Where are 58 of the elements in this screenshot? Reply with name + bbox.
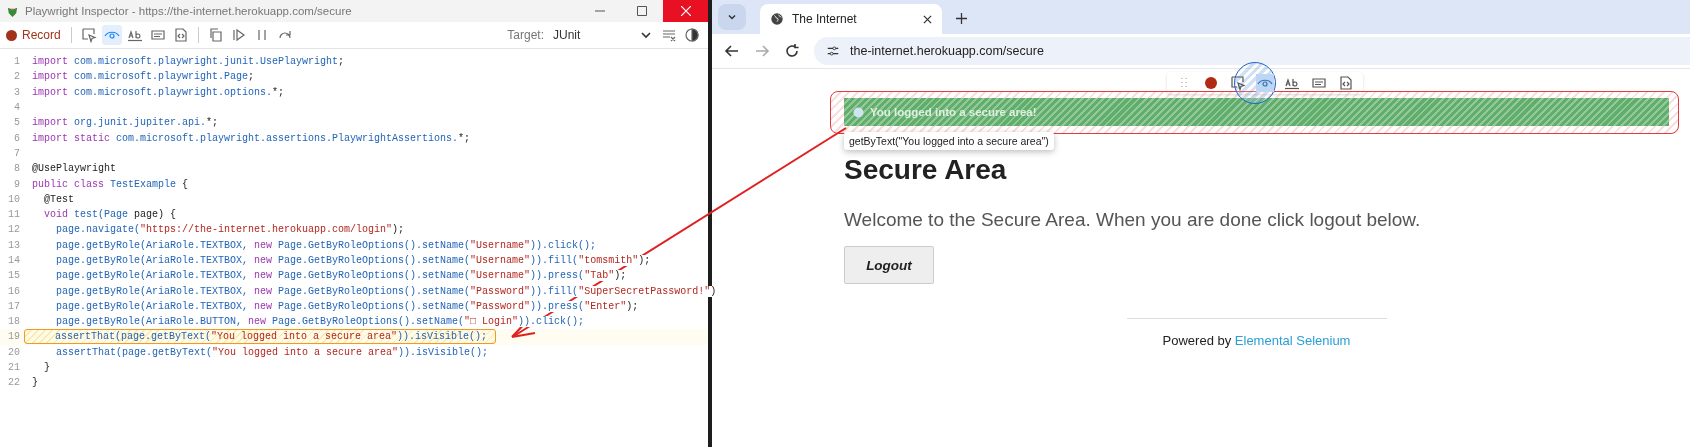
window-title: Playwright Inspector - https://the-internet.herokuapp.com/secure: [25, 5, 352, 17]
line-number: 3: [13, 86, 20, 98]
close-icon: [680, 6, 691, 16]
line-number: 14: [7, 255, 20, 266]
code-line: page.getByRole(AriaRole.TEXTBOX, new Page.GetByRoleOptions().setName("Username")).fill("tomsmith");: [30, 254, 653, 267]
reload-icon[interactable]: [784, 43, 800, 59]
line-number: 20: [7, 346, 20, 358]
code-line: void test(Page page) {: [30, 208, 179, 222]
line-number: 10: [7, 193, 20, 205]
maximize-icon: [637, 6, 647, 16]
back-icon[interactable]: [724, 43, 740, 59]
line-number: 12: [7, 224, 20, 236]
snapshot-icon[interactable]: [1337, 74, 1355, 92]
page-heading: Secure Area: [844, 153, 1008, 187]
line-number: 4: [13, 102, 20, 114]
info-icon: [853, 106, 864, 118]
code-line: page.getByRole(AriaRole.TEXTBOX, new Page.GetByRoleOptions().setName("Password")).fill("SuperSecretPassword!"): [30, 284, 719, 298]
line-number: 7: [13, 147, 20, 159]
line-number: 13: [7, 239, 20, 251]
line-number: 6: [13, 132, 20, 144]
browser-tab[interactable]: The Internet: [760, 4, 942, 34]
code-line: page.getByRole(AriaRole.TEXTBOX, new Page.GetByRoleOptions().setName("Username")).click();: [30, 238, 599, 252]
close-tab-icon[interactable]: [923, 14, 932, 24]
line-number: 2: [13, 71, 20, 83]
flash-text: You logged into a secure area!: [870, 106, 1037, 118]
target-dropdown[interactable]: JUnit: [553, 28, 633, 42]
line-number: 17: [7, 300, 20, 312]
site-info-icon[interactable]: [826, 44, 840, 58]
record-button[interactable]: Record: [6, 28, 64, 42]
address-bar[interactable]: the-internet.herokuapp.com/secure: [814, 37, 1690, 65]
code-line: page.getByRole(AriaRole.TEXTBOX, new Page.GetByRoleOptions().setName("Username")).press("Tab");: [30, 269, 629, 283]
line-number: 22: [7, 377, 20, 389]
theme-icon[interactable]: [682, 25, 702, 45]
eye-icon[interactable]: [101, 25, 122, 45]
locator-tooltip: getByText("You logged into a secure area"): [844, 132, 1054, 150]
pick-locator-icon[interactable]: [1229, 74, 1247, 92]
line-number: 5: [13, 117, 20, 129]
eye-icon[interactable]: [1256, 74, 1274, 92]
globe-icon: [770, 12, 784, 26]
code-line: page.getByRole(AriaRole.TEXTBOX, new Page.GetByRoleOptions().setName("Password")).press("Enter");: [30, 299, 641, 313]
code-line: page.getByRole(AriaRole.BUTTON, new Page.GetByRoleOptions().setName("□ Login")).click();: [30, 315, 587, 329]
line-number: 21: [7, 362, 20, 374]
footer-text: Powered by: [1162, 333, 1232, 348]
line-number: 8: [13, 163, 20, 175]
code-line: assertThat(page.getByText("You logged into a secure area")).isVisible();: [30, 345, 491, 359]
line-number: 19: [7, 331, 20, 343]
code-line: public class TestExample {: [31, 177, 190, 191]
line-number: 15: [7, 270, 20, 282]
logout-button[interactable]: Logout: [844, 246, 934, 284]
welcome-text: Welcome to the Secure Area. When you are done click logout below.: [844, 208, 1422, 232]
line-number: 1: [13, 56, 20, 68]
line-number: 16: [7, 285, 20, 297]
line-number: 9: [13, 178, 20, 190]
line-number: 18: [7, 316, 20, 328]
target-label: Target:: [507, 28, 544, 42]
line-number: 11: [7, 209, 20, 221]
record-icon[interactable]: [1202, 74, 1220, 92]
new-tab-icon[interactable]: [956, 13, 967, 24]
